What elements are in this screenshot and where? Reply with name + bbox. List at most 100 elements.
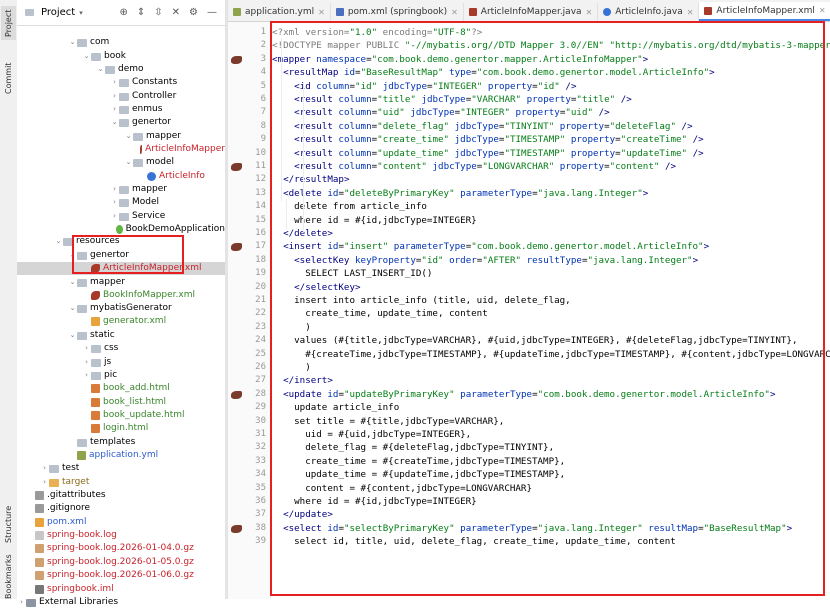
tree-item[interactable]: ⌄ com [17, 36, 225, 49]
project-view-selector[interactable]: Project ▾ [25, 7, 83, 18]
tree-item[interactable]: › mapper [17, 183, 225, 196]
code-line[interactable]: <selectKey keyProperty="id" order="AFTER… [272, 254, 698, 267]
structure-tool-tab[interactable]: Structure [1, 500, 16, 548]
code-line[interactable]: uid = #{uid,jdbcType=INTEGER}, [272, 428, 471, 441]
tree-item[interactable]: .gitattributes [17, 489, 225, 502]
chevron-right-icon[interactable]: › [110, 90, 119, 103]
tree-item[interactable]: pom.xml [17, 516, 225, 529]
code-line[interactable]: </insert> [272, 374, 333, 387]
commit-tool-tab[interactable]: Commit [1, 58, 16, 98]
code-line[interactable]: <result column="create_time" jdbcType="T… [272, 133, 704, 146]
mybatis-gutter-icon[interactable] [231, 524, 242, 533]
tree-item[interactable]: spring-book.log.2026-01-06.0.gz [17, 569, 225, 582]
editor-tab[interactable]: ArticleInfoMapper.java ✕ [464, 3, 599, 21]
tree-item[interactable]: application.yml [17, 449, 225, 462]
tree-item[interactable]: › enmus [17, 103, 225, 116]
code-line[interactable]: update article_info [272, 401, 399, 414]
chevron-down-icon[interactable]: ⌄ [68, 302, 77, 315]
chevron-right-icon[interactable]: › [110, 196, 119, 209]
close-panel-icon[interactable]: ✕ [172, 7, 180, 18]
code-line[interactable]: <mapper namespace="com.book.demo.generto… [272, 53, 648, 66]
chevron-down-icon[interactable]: ⌄ [68, 329, 77, 342]
code-line[interactable]: <result column="content" jdbcType="LONGV… [272, 160, 676, 173]
tree-item[interactable]: book_add.html [17, 382, 225, 395]
code-line[interactable]: delete from article_info [272, 200, 427, 213]
mybatis-gutter-icon[interactable] [231, 55, 242, 64]
tree-item[interactable]: ⌄ genertor [17, 116, 225, 129]
code-line[interactable]: <select id="selectByPrimaryKey" paramete… [272, 522, 792, 535]
close-tab-icon[interactable]: ✕ [819, 6, 826, 15]
code-line[interactable]: <result column="title" jdbcType="VARCHAR… [272, 93, 632, 106]
code-line[interactable]: insert into article_info (title, uid, de… [272, 294, 571, 307]
code-line[interactable]: <result column="uid" jdbcType="INTEGER" … [272, 106, 610, 119]
tree-item[interactable]: › pic [17, 369, 225, 382]
chevron-down-icon[interactable]: ⌄ [54, 235, 63, 248]
editor-tab[interactable]: ArticleInfoMapper.xml ✕ [699, 2, 830, 21]
tree-item[interactable]: ⌄ mapper [17, 276, 225, 289]
code-line[interactable]: <insert id="insert" parameterType="com.b… [272, 240, 709, 253]
tree-item[interactable]: templates [17, 436, 225, 449]
editor-tab[interactable]: application.yml ✕ [228, 3, 331, 21]
code-line[interactable]: </update> [272, 508, 333, 521]
gear-icon[interactable]: ⚙ [189, 7, 198, 18]
code-line[interactable]: set title = #{title,jdbcType=VARCHAR}, [272, 415, 504, 428]
close-tab-icon[interactable]: ✕ [318, 8, 325, 17]
code-line[interactable]: values (#{title,jdbcType=VARCHAR}, #{uid… [272, 334, 797, 347]
code-line[interactable]: <result column="delete_flag" jdbcType="T… [272, 120, 693, 133]
chevron-right-icon[interactable]: › [82, 356, 91, 369]
chevron-down-icon[interactable]: ⌄ [124, 130, 133, 143]
close-tab-icon[interactable]: ✕ [687, 8, 694, 17]
code-line[interactable]: content = #{content,jdbcType=LONGVARCHAR… [272, 482, 532, 495]
mybatis-gutter-icon[interactable] [231, 163, 242, 171]
chevron-right-icon[interactable]: › [110, 76, 119, 89]
tree-item[interactable]: book_list.html [17, 396, 225, 409]
chevron-down-icon[interactable]: ⌄ [68, 36, 77, 49]
tree-item[interactable]: › Constants [17, 76, 225, 89]
chevron-right-icon[interactable]: › [40, 476, 49, 489]
tree-item[interactable]: ⌄ book [17, 50, 225, 63]
chevron-right-icon[interactable]: › [110, 103, 119, 116]
tree-item[interactable]: ⌄ mapper [17, 130, 225, 143]
code-line[interactable]: <!DOCTYPE mapper PUBLIC "-//mybatis.org/… [272, 39, 830, 52]
code-line[interactable]: <id column="id" jdbcType="INTEGER" prope… [272, 80, 576, 93]
project-tool-tab[interactable]: Project [1, 6, 16, 40]
code-line[interactable]: SELECT LAST_INSERT_ID() [272, 267, 432, 280]
locate-icon[interactable]: ⊕ [119, 7, 127, 18]
mybatis-gutter-icon[interactable] [231, 390, 242, 399]
code-line[interactable]: select id, title, uid, delete_flag, crea… [272, 535, 676, 548]
chevron-right-icon[interactable]: › [110, 210, 119, 223]
tree-item[interactable]: generator.xml [17, 315, 225, 328]
tree-item[interactable]: spring-book.log.2026-01-04.0.gz [17, 542, 225, 555]
code-line[interactable]: </selectKey> [272, 281, 360, 294]
expand-all-icon[interactable]: ⇕ [137, 7, 145, 18]
code-line[interactable]: #{createTime,jdbcType=TIMESTAMP}, #{upda… [272, 348, 830, 361]
code-view[interactable]: <?xml version="1.0" encoding="UTF-8"?> <!… [270, 22, 830, 599]
collapse-all-icon[interactable]: ⇳ [154, 7, 162, 18]
chevron-right-icon[interactable]: › [40, 462, 49, 475]
editor-tab[interactable]: ArticleInfo.java ✕ [598, 3, 700, 21]
tree-item[interactable]: ⌄ demo [17, 63, 225, 76]
code-line[interactable]: where id = #{id,jdbcType=INTEGER} [272, 495, 477, 508]
code-line[interactable]: update_time = #{updateTime,jdbcType=TIME… [272, 468, 565, 481]
tree-item[interactable]: ArticleInfo [17, 170, 225, 183]
tree-item[interactable]: › External Libraries [17, 596, 225, 609]
tree-item[interactable]: book_update.html [17, 409, 225, 422]
close-tab-icon[interactable]: ✕ [586, 8, 593, 17]
code-line[interactable]: ) [272, 321, 311, 334]
tree-item[interactable]: spring-book.log [17, 529, 225, 542]
tree-item[interactable]: ⌄ model [17, 156, 225, 169]
editor-tab[interactable]: pom.xml (springbook) ✕ [331, 3, 464, 21]
code-line[interactable]: create_time, update_time, content [272, 307, 488, 320]
tree-item[interactable]: › Service [17, 210, 225, 223]
tree-item[interactable]: .gitignore [17, 502, 225, 515]
chevron-right-icon[interactable]: › [82, 342, 91, 355]
tree-item[interactable]: ArticleInfoMapper [17, 143, 225, 156]
code-line[interactable]: <resultMap id="BaseResultMap" type="com.… [272, 66, 715, 79]
tree-item[interactable]: ⌄ static [17, 329, 225, 342]
chevron-right-icon[interactable]: › [17, 596, 26, 609]
code-line[interactable]: </resultMap> [272, 173, 349, 186]
tree-item[interactable]: › target [17, 476, 225, 489]
code-line[interactable]: delete_flag = #{deleteFlag,jdbcType=TINY… [272, 441, 554, 454]
chevron-right-icon[interactable]: › [110, 183, 119, 196]
tree-item[interactable]: ⌄ mybatisGenerator [17, 302, 225, 315]
